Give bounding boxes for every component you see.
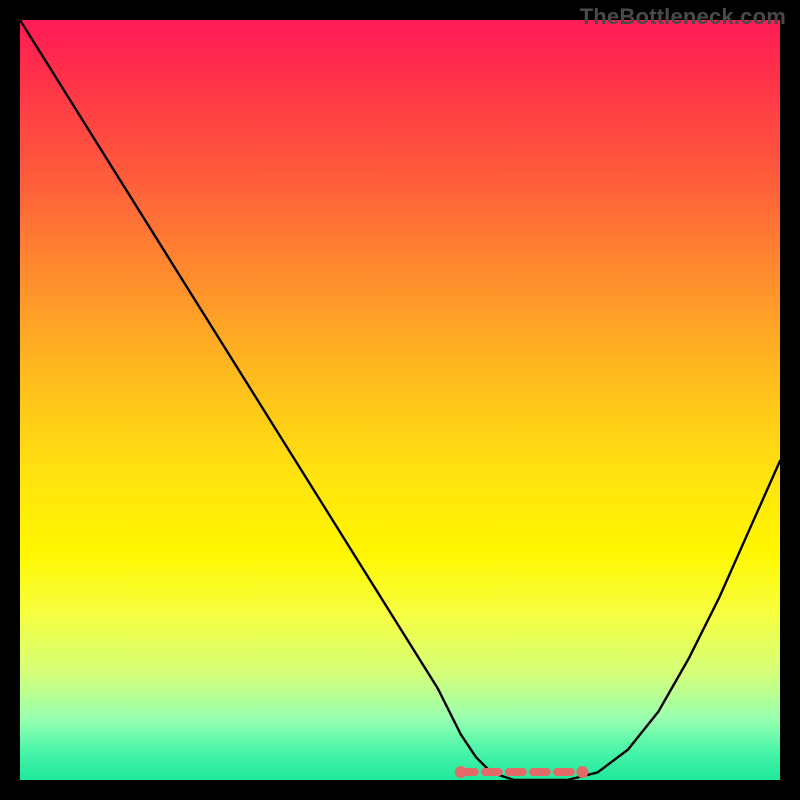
watermark-text: TheBottleneck.com	[580, 4, 786, 30]
chart-frame: TheBottleneck.com	[0, 0, 800, 800]
bottleneck-curve	[20, 20, 780, 780]
optimal-start-dot	[455, 766, 467, 778]
optimal-end-dot	[576, 766, 588, 778]
bottleneck-curve-svg	[20, 20, 780, 780]
plot-area	[20, 20, 780, 780]
